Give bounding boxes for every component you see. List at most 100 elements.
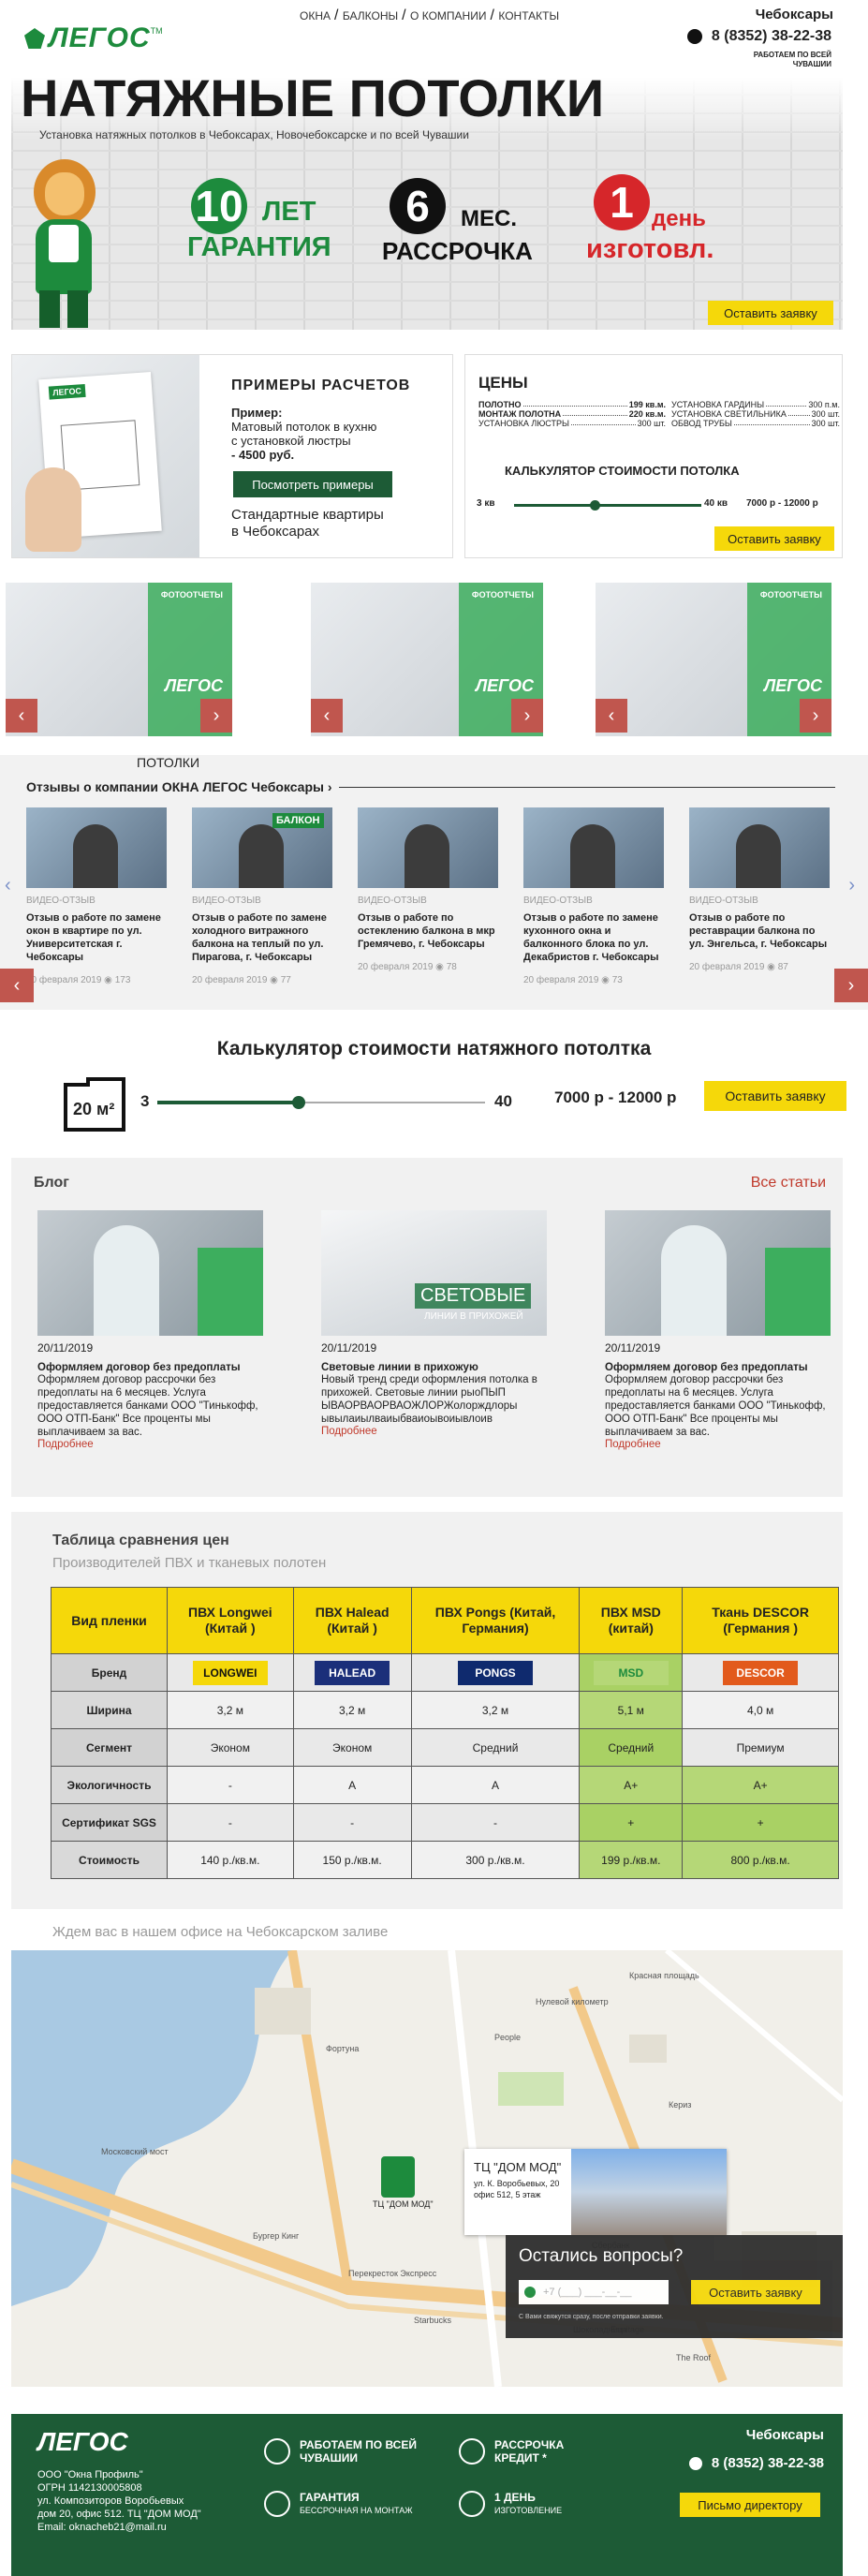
photo-next-button[interactable]: ›	[511, 699, 543, 733]
phone-field[interactable]: +7 (___) ___-__-__	[519, 2280, 669, 2304]
table-row: Сегмент Эконом Эконом Средний Средний Премиум	[51, 1728, 839, 1767]
table-cell: 800 р./кв.м.	[682, 1841, 839, 1879]
review-thumbnail[interactable]	[689, 807, 830, 888]
letter-to-director-button[interactable]: Письмо директору	[680, 2493, 820, 2517]
callback-submit-button[interactable]: Оставить заявку	[691, 2280, 820, 2304]
photo-next-button[interactable]: ›	[200, 699, 232, 733]
photo-prev-button[interactable]: ‹	[311, 699, 343, 733]
review-thumbnail[interactable]: БАЛКОН	[192, 807, 332, 888]
blog-excerpt: Оформляем договор рассрочки без предопла…	[37, 1374, 258, 1438]
callback-title: Остались вопросы?	[519, 2246, 684, 2266]
view-examples-button[interactable]: Посмотреть примеры	[233, 471, 392, 497]
footer-email[interactable]: Email: oknacheb21@mail.ru	[37, 2521, 201, 2534]
phone-placeholder: +7 (___) ___-__-__	[543, 2287, 632, 2298]
review-title[interactable]: Отзыв о работе по замене холодного витра…	[192, 911, 332, 964]
photo-report-card[interactable]: ФОТООТЧЕТЫ ЛЕГОС ‹ ›	[311, 583, 543, 736]
stat-line2: РАССРОЧКА	[382, 237, 533, 265]
review-type: ВИДЕО-ОТЗЫВ	[523, 896, 593, 906]
prices-cta-button[interactable]: Оставить заявку	[714, 526, 834, 551]
review-title[interactable]: Отзыв о работе по остеклению балкона в м…	[358, 911, 498, 951]
blog-image[interactable]	[37, 1210, 263, 1336]
table-cell: Средний	[579, 1728, 684, 1767]
blog-date: 20/11/2019	[605, 1341, 661, 1355]
review-thumbnail[interactable]	[358, 807, 498, 888]
review-thumbnail[interactable]	[523, 807, 664, 888]
header-phone[interactable]: 8 (8352) 38-22-38	[686, 28, 831, 45]
photo-prev-button[interactable]: ‹	[6, 699, 37, 733]
nav-about[interactable]: О КОМПАНИИ	[410, 9, 486, 22]
review-date: 20 февраля 2019	[26, 975, 102, 985]
review-title[interactable]: Отзыв о работе по реставрации балкона по…	[689, 911, 830, 951]
all-articles-link[interactable]: Все статьи	[751, 1175, 826, 1192]
nav-windows[interactable]: ОКНА	[300, 9, 331, 22]
footer-city[interactable]: Чебоксары	[746, 2427, 824, 2443]
office-pin-icon[interactable]	[381, 2156, 415, 2198]
review-card[interactable]: БАЛКОН ВИДЕО-ОТЗЫВ Отзыв о работе по замен…	[192, 807, 332, 985]
calc-slider-thumb[interactable]	[291, 1096, 305, 1109]
review-card[interactable]: ВИДЕО-ОТЗЫВ Отзыв о работе по остеклению …	[358, 807, 498, 972]
map-region-icon	[264, 2438, 290, 2465]
footer: ЛЕГОС ООО "Окна Профиль" ОГРН 1142130005…	[11, 2414, 843, 2576]
stat-line1: МЕС.	[461, 206, 517, 231]
blog-more-link[interactable]: Подробнее	[321, 1426, 551, 1437]
office-photo	[571, 2149, 727, 2235]
example-text: Пример: Матовый потолок в кухню с устано…	[231, 406, 377, 462]
hero-cta-button[interactable]: Оставить заявку	[708, 301, 833, 325]
table-header-cell: ПВХ MSD (китай)	[579, 1587, 684, 1654]
reviews-next-button[interactable]: ›	[834, 969, 868, 1002]
blog-title[interactable]: Оформляем договор без предоплаты	[37, 1362, 267, 1373]
blog-image[interactable]: СВЕТОВЫЕ ЛИНИИ В ПРИХОЖЕЙ	[321, 1210, 547, 1336]
footer-phone[interactable]: 8 (8352) 38-22-38	[688, 2455, 824, 2471]
map-label: Бургер Кинг	[253, 2231, 300, 2241]
callback-form: Остались вопросы? +7 (___) ___-__-__ Ост…	[506, 2235, 843, 2338]
logo[interactable]: ЛЕГОС TM	[24, 22, 163, 54]
blog-more-link[interactable]: Подробнее	[37, 1439, 267, 1450]
review-overlay-label: БАЛКОН	[272, 813, 324, 828]
blog-card[interactable]: СВЕТОВЫЕ ЛИНИИ В ПРИХОЖЕЙ 20/11/2019 Светов…	[321, 1210, 551, 1437]
brand-logo: PONGS	[458, 1660, 533, 1685]
photo-report-card[interactable]: ФОТООТЧЕТЫ ЛЕГОС ‹ ›	[596, 583, 831, 736]
header-city[interactable]: Чебоксары	[756, 7, 833, 22]
table-cell: 140 р./кв.м.	[167, 1841, 294, 1879]
price-slider-thumb[interactable]	[590, 500, 600, 511]
review-thumbnail[interactable]	[26, 807, 167, 888]
truck-icon	[459, 2491, 485, 2517]
review-title[interactable]: Отзыв о работе по замене окон в квартире…	[26, 911, 167, 964]
review-meta: 20 февраля 2019 ◉ 77	[192, 975, 332, 985]
review-title[interactable]: Отзыв о работе по замене кухонного окна …	[523, 911, 664, 964]
eye-icon: ◉	[764, 962, 778, 972]
table-cell: MSD	[579, 1653, 684, 1692]
photo-report-card[interactable]: ФОТООТЧЕТЫ ЛЕГОС ‹ ›	[6, 583, 232, 736]
blog-title[interactable]: Оформляем договор без предоплаты	[605, 1362, 834, 1373]
price-value: 220 кв.м.	[628, 409, 666, 419]
review-date: 20 февраля 2019	[523, 975, 599, 985]
photo-next-button[interactable]: ›	[800, 699, 831, 733]
review-card[interactable]: ВИДЕО-ОТЗЫВ Отзыв о работе по замене окон…	[26, 807, 167, 985]
eye-icon: ◉	[267, 975, 281, 985]
blog-image[interactable]	[605, 1210, 831, 1336]
blog-excerpt: Новый тренд среди оформления потолка в п…	[321, 1374, 537, 1425]
review-card[interactable]: ВИДЕО-ОТЗЫВ Отзыв о работе по замене кухо…	[523, 807, 664, 985]
eye-icon: ◉	[433, 962, 447, 972]
blog-card[interactable]: 20/11/2019 Оформляем договор без предопла…	[605, 1210, 834, 1450]
blog-card[interactable]: 20/11/2019 Оформляем договор без предопла…	[37, 1210, 267, 1450]
calc-slider-track[interactable]	[157, 1096, 485, 1109]
footer-logo[interactable]: ЛЕГОС	[37, 2427, 128, 2457]
review-card[interactable]: ВИДЕО-ОТЗЫВ Отзыв о работе по реставрации…	[689, 807, 830, 972]
reviews-prev-icon[interactable]: ‹	[5, 875, 11, 896]
reviews-prev-button[interactable]: ‹	[0, 969, 34, 1002]
price-slider-track[interactable]	[514, 500, 701, 511]
map-label: Кериз	[669, 2100, 692, 2110]
blog-heading: Блог	[34, 1175, 69, 1191]
nav-contacts[interactable]: КОНТАКТЫ	[498, 9, 559, 22]
office-map[interactable]: Красная площадь Нулевой километр People Фор…	[11, 1950, 843, 2387]
blog-title[interactable]: Световые линии в прихожую	[321, 1362, 551, 1373]
nav-balconies[interactable]: БАЛКОНЫ	[343, 9, 398, 22]
doc-logo: ЛЕГОС	[48, 383, 86, 400]
photo-prev-button[interactable]: ‹	[596, 699, 627, 733]
price-dots	[570, 419, 636, 425]
reviews-heading[interactable]: Отзывы о компании ОКНА ЛЕГОС Чебоксары ›	[26, 779, 332, 794]
video-person	[736, 824, 781, 888]
blog-more-link[interactable]: Подробнее	[605, 1439, 834, 1450]
calculator-cta-button[interactable]: Оставить заявку	[704, 1081, 846, 1111]
